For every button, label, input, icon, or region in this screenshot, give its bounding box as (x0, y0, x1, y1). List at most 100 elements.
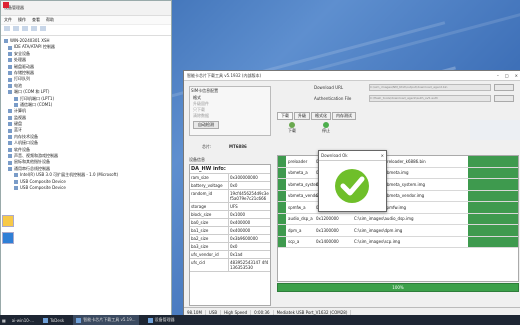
image-path: C:\sim_images\scp.img (354, 239, 401, 245)
config-option[interactable]: 清除数据 (193, 113, 270, 119)
minimize-icon[interactable]: – (497, 73, 499, 78)
da-info-key: random_id (190, 190, 229, 202)
device-manager-icon (147, 317, 153, 323)
da-info-key: ram_size (190, 174, 229, 181)
usb-icon (8, 167, 12, 171)
image-name: audio_dsp_a (288, 216, 313, 222)
usb-icon (14, 186, 18, 191)
taskbar-item-device-manager[interactable]: 设备管理器 (145, 315, 178, 325)
status-port: Mediatek USB Port_V1632 (COM28) (274, 309, 352, 315)
auth-file-field[interactable]: C:\flash_tools\download_agent\auth_sv5.a… (369, 95, 491, 102)
flash-tool-icon (76, 317, 82, 323)
download-button-label: 下载 (288, 128, 296, 133)
image-checkbox[interactable] (278, 156, 286, 167)
device-icon (8, 135, 12, 140)
maximize-icon[interactable]: □ (505, 73, 509, 78)
device-icon (8, 45, 12, 50)
dialog-title: Download Ok (321, 153, 348, 158)
download-url-field[interactable]: C:\sim_images\NM_Ktxt\output\download_ag… (369, 84, 491, 91)
da-info-header: DA_HW info: (190, 165, 270, 174)
image-row[interactable]: scp_a 0x1400000 C:\sim_images\scp.img (278, 236, 518, 248)
start-icon[interactable]: ▦ (2, 318, 6, 323)
tree-item[interactable]: USB Composite Device (4, 185, 168, 191)
image-size: 0x1300000 (316, 227, 339, 233)
da-info-value: 0x400000 (230, 228, 251, 233)
da-info-row: ba3_size 0x0 (190, 243, 270, 251)
device-info-label: 设备信息 (189, 157, 205, 162)
device-icon (8, 115, 12, 120)
image-row[interactable]: audio_dsp_a 0x1200000 C:\sim_images\audio_… (278, 213, 518, 225)
device-manager-menu: 文件 操作 查看 帮助 (1, 16, 171, 25)
da-info-value: 483952543147 4f4136353530 (230, 260, 269, 270)
stop-button[interactable]: 停止 (322, 122, 330, 134)
image-row[interactable]: vbmeta_a0x1000000C:\sim_images\vbmeta.im… (278, 167, 518, 179)
da-info-value: 0x0 (230, 183, 238, 188)
da-info-key: ufs_cid (190, 259, 229, 271)
image-row[interactable]: dpm_a 0x1300000 C:\sim_images\dpm.img (278, 225, 518, 237)
help-icon[interactable] (31, 26, 37, 31)
image-row[interactable]: preloader0x0C:\sim_images\preloader_k688… (278, 156, 518, 168)
menu-action[interactable]: 操作 (18, 17, 26, 23)
da-info-row: block_size 0x1000 (190, 211, 270, 219)
image-status-cell (468, 213, 518, 224)
image-checkbox[interactable] (278, 236, 286, 247)
folder-icon[interactable] (2, 215, 14, 227)
image-status-cell (468, 156, 518, 167)
app-icon (3, 2, 9, 8)
usb-icon (14, 179, 18, 184)
checkmark-icon (335, 169, 369, 203)
browse-auth-button[interactable] (494, 95, 514, 102)
image-checkbox[interactable] (278, 190, 286, 201)
menu-help[interactable]: 帮助 (46, 17, 54, 23)
image-path: C:\sim_images\dpm.img (354, 227, 403, 233)
app-shortcut-icon[interactable] (2, 232, 14, 244)
tab-upgrade[interactable]: 升级 (294, 112, 310, 120)
image-checkbox[interactable] (278, 202, 286, 213)
da-info-row: ufs_cid 483952543147 4f4136353530 (190, 259, 270, 272)
da-info-value: 0x1000 (230, 212, 246, 217)
browse-download-button[interactable] (494, 84, 514, 91)
tray-label: ai-win10-... (11, 317, 35, 323)
image-status-cell (468, 225, 518, 236)
device-icon (8, 58, 12, 63)
status-interface: USB (206, 309, 222, 315)
image-checkbox[interactable] (278, 225, 286, 236)
device-icon (8, 109, 12, 114)
flash-tool-titlebar[interactable]: 智能卡芯片下载工具 v5.1932 (内部版本) – □ × (184, 71, 520, 81)
forward-icon[interactable] (13, 26, 19, 31)
menu-view[interactable]: 查看 (32, 17, 40, 23)
image-name: dpm_a (288, 227, 302, 233)
image-row[interactable]: vbmeta_vendor_a0x1000000C:\sim_images\vb… (278, 190, 518, 202)
auto-detect-button[interactable]: 自动检测 (193, 121, 219, 129)
tab-format[interactable]: 格式化 (311, 112, 331, 120)
taskbar-item-todesk[interactable]: ToDesk (40, 315, 67, 325)
da-info-value: 0x400000 (230, 220, 251, 225)
image-checkbox[interactable] (278, 167, 286, 178)
properties-icon[interactable] (22, 26, 28, 31)
image-checkbox[interactable] (278, 213, 286, 224)
image-row[interactable]: vbmeta_system_a0x1000000C:\sim_images\vb… (278, 179, 518, 191)
da-info-value: 0x3b9600000 (230, 236, 258, 241)
device-manager-titlebar[interactable]: 设备管理器 (1, 1, 171, 16)
image-checkbox[interactable] (278, 179, 286, 190)
download-button[interactable]: 下载 (288, 122, 296, 134)
da-info-row: ufs_vendor_id 0x1ad (190, 251, 270, 259)
scan-icon[interactable] (40, 26, 46, 31)
tab-download[interactable]: 下载 (277, 112, 293, 120)
image-row[interactable]: spmfw_a0x1100000C:\sim_images\spmfw.img (278, 202, 518, 214)
menu-file[interactable]: 文件 (4, 17, 12, 23)
da-info-value: 0x1ad (230, 252, 243, 257)
taskbar-item-flash-tool[interactable]: 智能卡芯片下载工具 v5.19... (73, 315, 139, 325)
dialog-titlebar[interactable]: Download Ok × (319, 151, 386, 161)
close-icon[interactable]: × (515, 73, 518, 78)
computer-icon (4, 39, 8, 44)
da-info-key: ba2_size (190, 235, 229, 242)
back-icon[interactable] (4, 26, 10, 31)
da-info-row: ba1_size 0x400000 (190, 227, 270, 235)
dialog-close-icon[interactable]: × (381, 153, 384, 158)
tab-memory-test[interactable]: 内存测试 (332, 112, 356, 120)
da-info-row: ram_size 0x300000000 (190, 174, 270, 182)
status-time: 0:00:36 (251, 309, 274, 315)
download-url-label: Download URL (314, 85, 344, 90)
image-status-cell (468, 167, 518, 178)
